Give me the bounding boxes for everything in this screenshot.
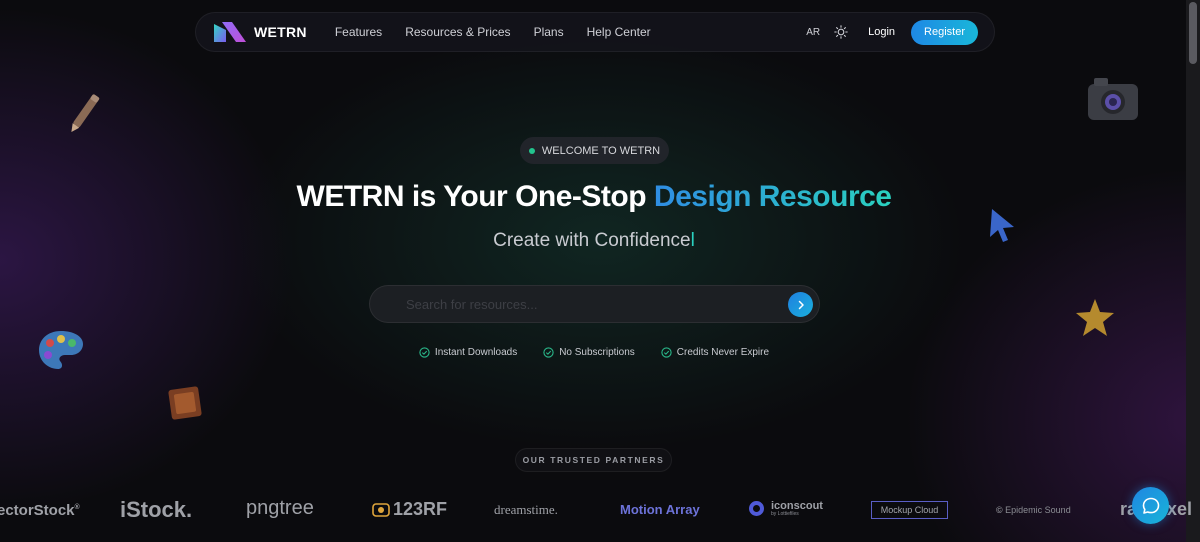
search-bar [369,285,820,323]
search-submit-button[interactable] [788,292,813,317]
partner-logo-123rf[interactable]: 123RF [372,499,447,520]
brand-logo-icon [214,22,246,42]
nav-actions: AR Login Register [806,19,978,45]
hero-title: WETRN is Your One-Stop Design Resource [0,180,1188,214]
login-link[interactable]: Login [868,26,895,38]
badge-text: WELCOME TO WETRN [541,144,661,157]
typing-caret: l [690,230,695,251]
nav-link-resources-prices[interactable]: Resources & Prices [405,25,510,39]
feature-label: Credits Never Expire [676,347,770,358]
feature-item: No Subscriptions [543,347,635,358]
pencil-icon [71,94,100,133]
chat-widget-button[interactable] [1132,487,1169,524]
brand-logo[interactable]: WETRN [212,20,307,44]
partner-logo-motion-array[interactable]: Motion Array [620,502,700,517]
feature-item: Instant Downloads [419,347,517,358]
nav-links: Features Resources & Prices Plans Help C… [335,25,651,39]
iconscout-mark-icon [749,501,764,516]
language-toggle[interactable]: AR [806,27,820,38]
123rf-text: 123RF [393,499,448,519]
hero-subtitle: Create with Confidencel [0,230,1188,252]
camera-icon [1088,78,1138,120]
star-icon [1076,299,1114,336]
feature-label: No Subscriptions [559,347,635,358]
check-circle-icon [419,347,430,358]
partner-logo-istock[interactable]: iStock. [120,497,192,523]
scrollbar-thumb[interactable] [1189,2,1197,64]
vectorstock-mark: ® [74,504,80,511]
epidemic-text: Epidemic Sound [1005,505,1071,515]
nav-link-plans[interactable]: Plans [534,25,564,39]
vectorstock-text: ectorStock [0,502,75,519]
partner-logo-vectorstock[interactable]: ectorStock® [0,502,80,519]
partner-logo-epidemic-sound[interactable]: © Epidemic Sound [996,505,1071,515]
badge-dot [528,147,535,154]
nav-link-help-center[interactable]: Help Center [587,25,651,39]
feature-item: Credits Never Expire [661,347,769,358]
partner-logo-iconscout[interactable]: iconscout by Lottiefiles [748,500,823,517]
partner-logo-mockup-cloud[interactable]: Mockup Cloud [871,501,948,519]
check-circle-icon [661,347,672,358]
hero-subtitle-text: Create with Confidence [493,230,691,251]
check-circle-icon [543,347,554,358]
123rf-mark-icon [372,502,390,517]
chevron-right-icon [798,300,804,309]
partner-logo-dreamstime[interactable]: dreamstime. [494,502,558,518]
search-input[interactable] [406,296,776,312]
welcome-badge: WELCOME TO WETRN [520,137,669,164]
image-tile-icon [168,386,202,420]
feature-label: Instant Downloads [434,347,518,358]
register-button[interactable]: Register [911,19,978,45]
sun-icon[interactable] [834,25,848,39]
partners-heading: OUR TRUSTED PARTNERS [515,448,672,472]
partner-logo-pngtree[interactable]: pngtree [246,497,314,520]
chat-bubble-icon [1142,497,1159,514]
hero-title-plain: WETRN is Your One-Stop [296,180,654,213]
epidemic-mark-icon: © [996,505,1003,515]
page-scrollbar[interactable] [1186,0,1200,542]
top-navbar: WETRN Features Resources & Prices Plans … [195,12,995,52]
feature-list: Instant Downloads No Subscriptions Credi… [0,347,1188,358]
nav-link-features[interactable]: Features [335,25,382,39]
iconscout-text: iconscout [771,499,823,512]
brand-name: WETRN [254,24,307,40]
hero-title-highlight: Design Resource [653,180,892,213]
